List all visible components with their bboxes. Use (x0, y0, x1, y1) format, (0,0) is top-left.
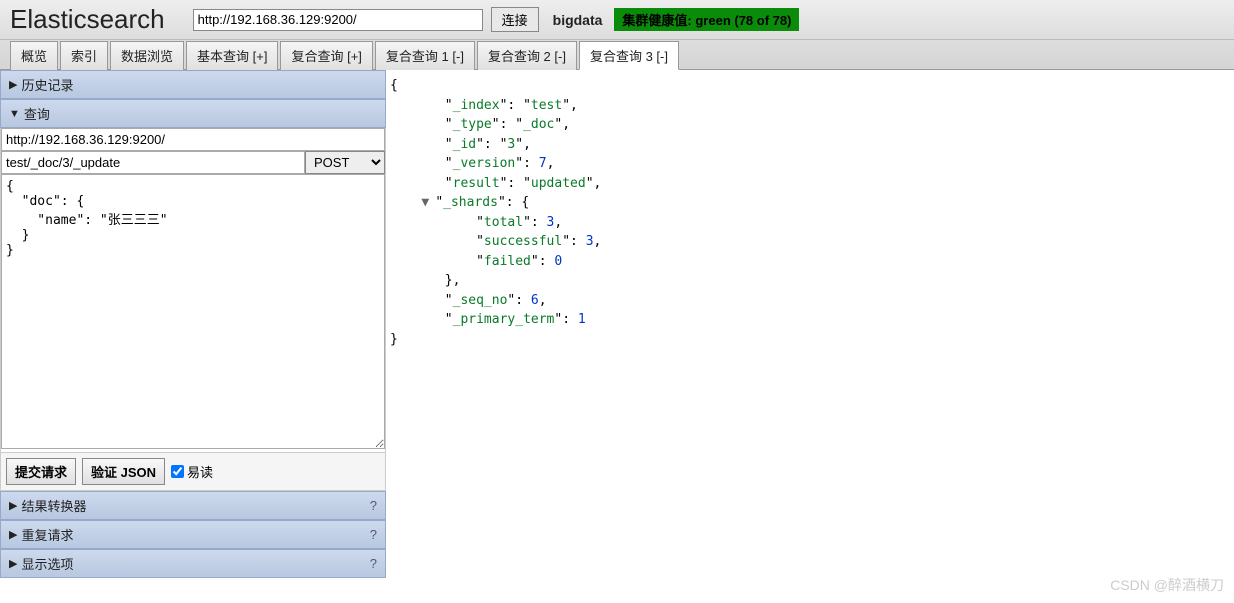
json-field-type: "_type": "_doc", (390, 115, 1230, 135)
json-field-shards-successful: "successful": 3, (390, 232, 1230, 252)
tab-compound-1[interactable]: 复合查询 1 [-] (375, 41, 475, 70)
json-field-shards-total: "total": 3, (390, 213, 1230, 233)
help-icon[interactable]: ? (370, 527, 377, 542)
tab-bar: 概览 索引 数据浏览 基本查询 [+] 复合查询 [+] 复合查询 1 [-] … (0, 40, 1234, 70)
tab-indices[interactable]: 索引 (60, 41, 108, 70)
pretty-label: 易读 (187, 462, 213, 481)
tab-basic-query[interactable]: 基本查询 [+] (186, 41, 278, 70)
connect-button[interactable]: 连接 (491, 7, 539, 32)
json-field-shards-failed: "failed": 0 (390, 252, 1230, 272)
section-query-header[interactable]: ▼ 查询 (0, 99, 386, 128)
section-transformer-label: 结果转换器 (21, 496, 86, 515)
json-brace: } (390, 330, 1230, 350)
submit-button[interactable]: 提交请求 (6, 458, 76, 485)
chevron-right-icon: ▶ (9, 557, 17, 570)
chevron-right-icon: ▶ (9, 528, 17, 541)
left-panel: ▶ 历史记录 ▼ 查询 POST 提交请求 验证 JSON 易读 (0, 70, 386, 578)
section-transformer-header[interactable]: ▶ 结果转换器 ? (0, 491, 386, 520)
cluster-url-input[interactable] (193, 9, 483, 31)
json-field-seqno: "_seq_no": 6, (390, 291, 1230, 311)
json-field-result: "result": "updated", (390, 174, 1230, 194)
cluster-name: bigdata (553, 12, 603, 28)
tab-compound-3[interactable]: 复合查询 3 [-] (579, 41, 679, 70)
content-area: ▶ 历史记录 ▼ 查询 POST 提交请求 验证 JSON 易读 (0, 70, 1234, 578)
action-row: 提交请求 验证 JSON 易读 (0, 452, 386, 491)
chevron-down-icon: ▼ (9, 108, 20, 120)
section-display-label: 显示选项 (21, 554, 73, 573)
collapse-toggle-icon[interactable]: ▼ (421, 193, 435, 213)
json-brace: { (390, 76, 1230, 96)
validate-json-button[interactable]: 验证 JSON (82, 458, 165, 485)
watermark: CSDN @醉酒横刀 (1110, 575, 1224, 595)
json-brace: }, (390, 271, 1230, 291)
json-field-version: "_version": 7, (390, 154, 1230, 174)
help-icon[interactable]: ? (370, 498, 377, 513)
pretty-checkbox-label[interactable]: 易读 (171, 462, 213, 481)
section-history-header[interactable]: ▶ 历史记录 (0, 70, 386, 99)
query-path-input[interactable] (1, 151, 305, 174)
query-base-url-input[interactable] (1, 128, 385, 151)
section-query-label: 查询 (24, 104, 50, 123)
cluster-health-badge: 集群健康值: green (78 of 78) (614, 8, 799, 31)
section-repeat-header[interactable]: ▶ 重复请求 ? (0, 520, 386, 549)
response-panel: { "_index": "test", "_type": "_doc", "_i… (386, 70, 1234, 578)
section-repeat-label: 重复请求 (21, 525, 73, 544)
json-field-id: "_id": "3", (390, 135, 1230, 155)
json-field-index: "_index": "test", (390, 96, 1230, 116)
app-title: Elasticsearch (10, 4, 165, 35)
tab-compound-2[interactable]: 复合查询 2 [-] (477, 41, 577, 70)
help-icon[interactable]: ? (370, 556, 377, 571)
chevron-right-icon: ▶ (9, 499, 17, 512)
http-method-select[interactable]: POST (305, 151, 385, 174)
tab-browse[interactable]: 数据浏览 (110, 41, 184, 70)
query-body: POST (0, 128, 386, 452)
pretty-checkbox[interactable] (171, 465, 184, 478)
json-field-shards: ▼"_shards": { (390, 193, 1230, 213)
chevron-right-icon: ▶ (9, 78, 17, 91)
section-display-header[interactable]: ▶ 显示选项 ? (0, 549, 386, 578)
json-field-primary-term: "_primary_term": 1 (390, 310, 1230, 330)
tab-overview[interactable]: 概览 (10, 41, 58, 70)
section-history-label: 历史记录 (21, 75, 73, 94)
request-body-textarea[interactable] (1, 174, 385, 449)
tab-compound-query[interactable]: 复合查询 [+] (280, 41, 372, 70)
header-bar: Elasticsearch 连接 bigdata 集群健康值: green (7… (0, 0, 1234, 40)
